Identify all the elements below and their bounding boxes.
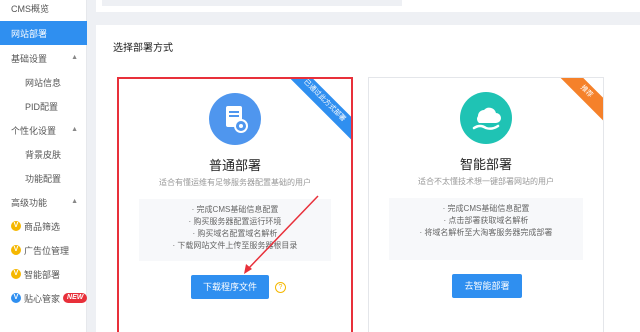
sidebar-item-product-filter[interactable]: V 商品筛选: [0, 214, 87, 238]
card-description: 适合有懂运维有足够服务器配置基础的用户: [159, 178, 311, 187]
sidebar-item-label: 智能部署: [24, 269, 61, 280]
sidebar-item-butler[interactable]: V 贴心管家 NEW: [0, 286, 88, 310]
steps-list: · 完成CMS基础信息配置 · 点击部署获取域名解析 · 将域名解析至大淘客服务…: [389, 198, 583, 260]
sidebar-item-label: 功能配置: [25, 173, 62, 184]
go-smart-deploy-button[interactable]: 去智能部署: [452, 274, 522, 298]
steps-list: · 完成CMS基础信息配置 · 购买服务器配置运行环境 · 购买域名配置域名解析…: [139, 199, 331, 261]
sidebar-group-advanced[interactable]: 高级功能 ▲: [0, 190, 87, 214]
step-item: · 购买域名配置域名解析: [192, 229, 278, 238]
sidebar-item-pid-config[interactable]: PID配置: [0, 94, 87, 118]
smart-deploy-card[interactable]: 推荐 智能部署 适合不太懂技术想一键部署网站的用户 · 完成CMS基础信息配置 …: [368, 77, 604, 332]
deploy-panel: 选择部署方式 已通过此方式部署 普通部署 适合有懂运维有足够服务器配置基础的用户…: [96, 25, 640, 332]
sidebar-item-cms-overview[interactable]: CMS概览: [0, 0, 87, 20]
sidebar-item-ad-manage[interactable]: V 广告位管理: [0, 238, 87, 262]
sidebar-item-label: 贴心管家: [24, 293, 61, 304]
sidebar-item-label: 商品筛选: [24, 221, 61, 232]
card-description: 适合不太懂技术想一键部署网站的用户: [418, 177, 554, 186]
step-item: · 将域名解析至大淘客服务器完成部署: [419, 228, 553, 237]
sidebar-item-site-deploy[interactable]: 网站部署: [0, 21, 87, 45]
step-item: · 购买服务器配置运行环境: [188, 217, 282, 226]
sidebar-group-personalize[interactable]: 个性化设置 ▲: [0, 118, 87, 142]
v-badge-icon: V: [11, 293, 21, 303]
sidebar-item-label: 高级功能: [11, 197, 48, 208]
chevron-up-icon: ▲: [71, 54, 78, 61]
step-item: · 下载网站文件上传至服务器根目录: [172, 241, 298, 250]
sidebar-item-label: 广告位管理: [24, 245, 70, 256]
sidebar-group-basic-settings[interactable]: 基础设置 ▲: [0, 46, 87, 70]
new-badge: NEW: [63, 293, 88, 303]
sidebar-item-label: 个性化设置: [11, 125, 57, 136]
deployed-ribbon: 已通过此方式部署: [279, 79, 351, 146]
chevron-up-icon: ▲: [71, 126, 78, 133]
sidebar-item-feature-config[interactable]: 功能配置: [0, 166, 87, 190]
cloud-hand-icon: [460, 92, 512, 144]
top-notice-strip: [96, 0, 640, 12]
chevron-up-icon: ▲: [71, 198, 78, 205]
normal-deploy-card[interactable]: 已通过此方式部署 普通部署 适合有懂运维有足够服务器配置基础的用户 · 完成CM…: [117, 77, 353, 332]
v-badge-icon: V: [11, 245, 21, 255]
notice-text-cutoff: [102, 0, 402, 6]
sidebar-item-skin[interactable]: 背景皮肤: [0, 142, 87, 166]
sidebar-item-site-info[interactable]: 网站信息: [0, 70, 87, 94]
v-badge-icon: V: [11, 221, 21, 231]
step-item: · 点击部署获取域名解析: [443, 216, 529, 225]
sidebar-item-label: 背景皮肤: [25, 149, 62, 160]
step-item: · 完成CMS基础信息配置: [442, 204, 530, 213]
help-icon[interactable]: ?: [275, 282, 286, 293]
sidebar-item-label: PID配置: [25, 101, 59, 112]
sidebar-item-label: 网站部署: [11, 28, 48, 39]
sidebar-item-label: 网站信息: [25, 77, 62, 88]
download-program-button[interactable]: 下载程序文件: [191, 275, 269, 299]
recommend-ribbon: 推荐: [555, 78, 603, 123]
document-gear-icon: [209, 93, 261, 145]
card-title: 智能部署: [459, 157, 512, 172]
sidebar-item-label: CMS概览: [11, 3, 49, 14]
v-badge-icon: V: [11, 269, 21, 279]
step-item: · 完成CMS基础信息配置: [191, 205, 279, 214]
panel-title: 选择部署方式: [113, 43, 173, 54]
sidebar: CMS概览 网站部署 基础设置 ▲ 网站信息 PID配置 个性化设置 ▲ 背景皮肤 …: [0, 0, 88, 332]
sidebar-item-label: 基础设置: [11, 53, 48, 64]
card-title: 普通部署: [208, 158, 261, 173]
sidebar-item-smart-deploy[interactable]: V 智能部署: [0, 262, 87, 286]
